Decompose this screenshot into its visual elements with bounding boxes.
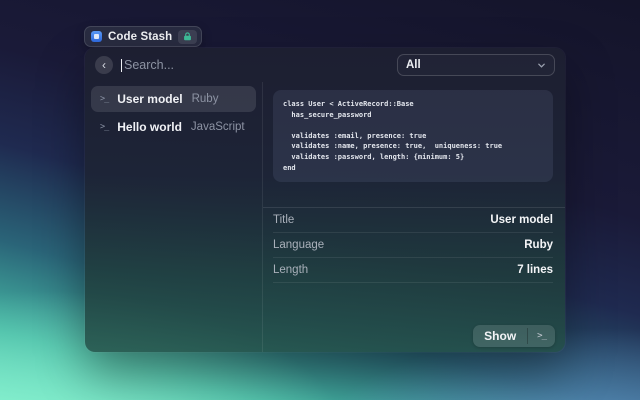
lock-icon	[183, 32, 192, 41]
search-field-wrap	[121, 58, 389, 72]
search-input[interactable]	[124, 58, 389, 72]
list-item-title: Hello world	[117, 120, 182, 134]
snippet-list: >_ User model Ruby >_ Hello world JavaSc…	[85, 82, 263, 352]
list-item-language: Ruby	[192, 93, 219, 105]
app-tab-title: Code Stash	[108, 31, 172, 43]
terminal-prompt-icon: >_	[100, 94, 108, 104]
text-caret	[121, 59, 122, 72]
metadata-row-length: Length 7 lines	[273, 258, 553, 283]
show-button-label: Show	[473, 325, 527, 347]
metadata-label: Language	[273, 239, 324, 251]
list-item-title: User model	[117, 92, 182, 106]
code-text: class User < ActiveRecord::Base has_secu…	[283, 99, 543, 173]
window-body: >_ User model Ruby >_ Hello world JavaSc…	[85, 82, 565, 352]
lock-badge	[178, 30, 197, 44]
metadata-value: 7 lines	[517, 264, 553, 276]
filter-dropdown[interactable]: All	[397, 54, 555, 76]
desktop: { "window": { "tab_title": "Code Stash" …	[0, 0, 640, 400]
search-header: ‹ All	[85, 48, 565, 82]
chevron-down-icon	[537, 61, 546, 70]
filter-dropdown-value: All	[406, 59, 421, 71]
code-stash-window: ‹ All >_ User model Ruby >_ Hello world …	[85, 48, 565, 352]
list-item-language: JavaScript	[191, 121, 245, 133]
metadata-value: User model	[490, 214, 553, 226]
metadata-section: Title User model Language Ruby Length 7 …	[263, 207, 565, 283]
app-icon	[91, 31, 102, 42]
terminal-prompt-icon: >_	[528, 325, 555, 347]
app-tab-chip[interactable]: Code Stash	[84, 26, 202, 47]
terminal-prompt-icon: >_	[100, 122, 108, 132]
metadata-value: Ruby	[524, 239, 553, 251]
back-button[interactable]: ‹	[95, 56, 113, 74]
show-button[interactable]: Show >_	[473, 325, 555, 347]
metadata-label: Length	[273, 264, 308, 276]
back-chevron-icon: ‹	[102, 59, 106, 71]
metadata-row-title: Title User model	[273, 208, 553, 233]
metadata-label: Title	[273, 214, 294, 226]
code-preview: class User < ActiveRecord::Base has_secu…	[273, 90, 553, 182]
detail-panel: class User < ActiveRecord::Base has_secu…	[263, 82, 565, 352]
metadata-row-language: Language Ruby	[273, 233, 553, 258]
list-item-hello-world[interactable]: >_ Hello world JavaScript	[91, 114, 256, 140]
list-item-user-model[interactable]: >_ User model Ruby	[91, 86, 256, 112]
